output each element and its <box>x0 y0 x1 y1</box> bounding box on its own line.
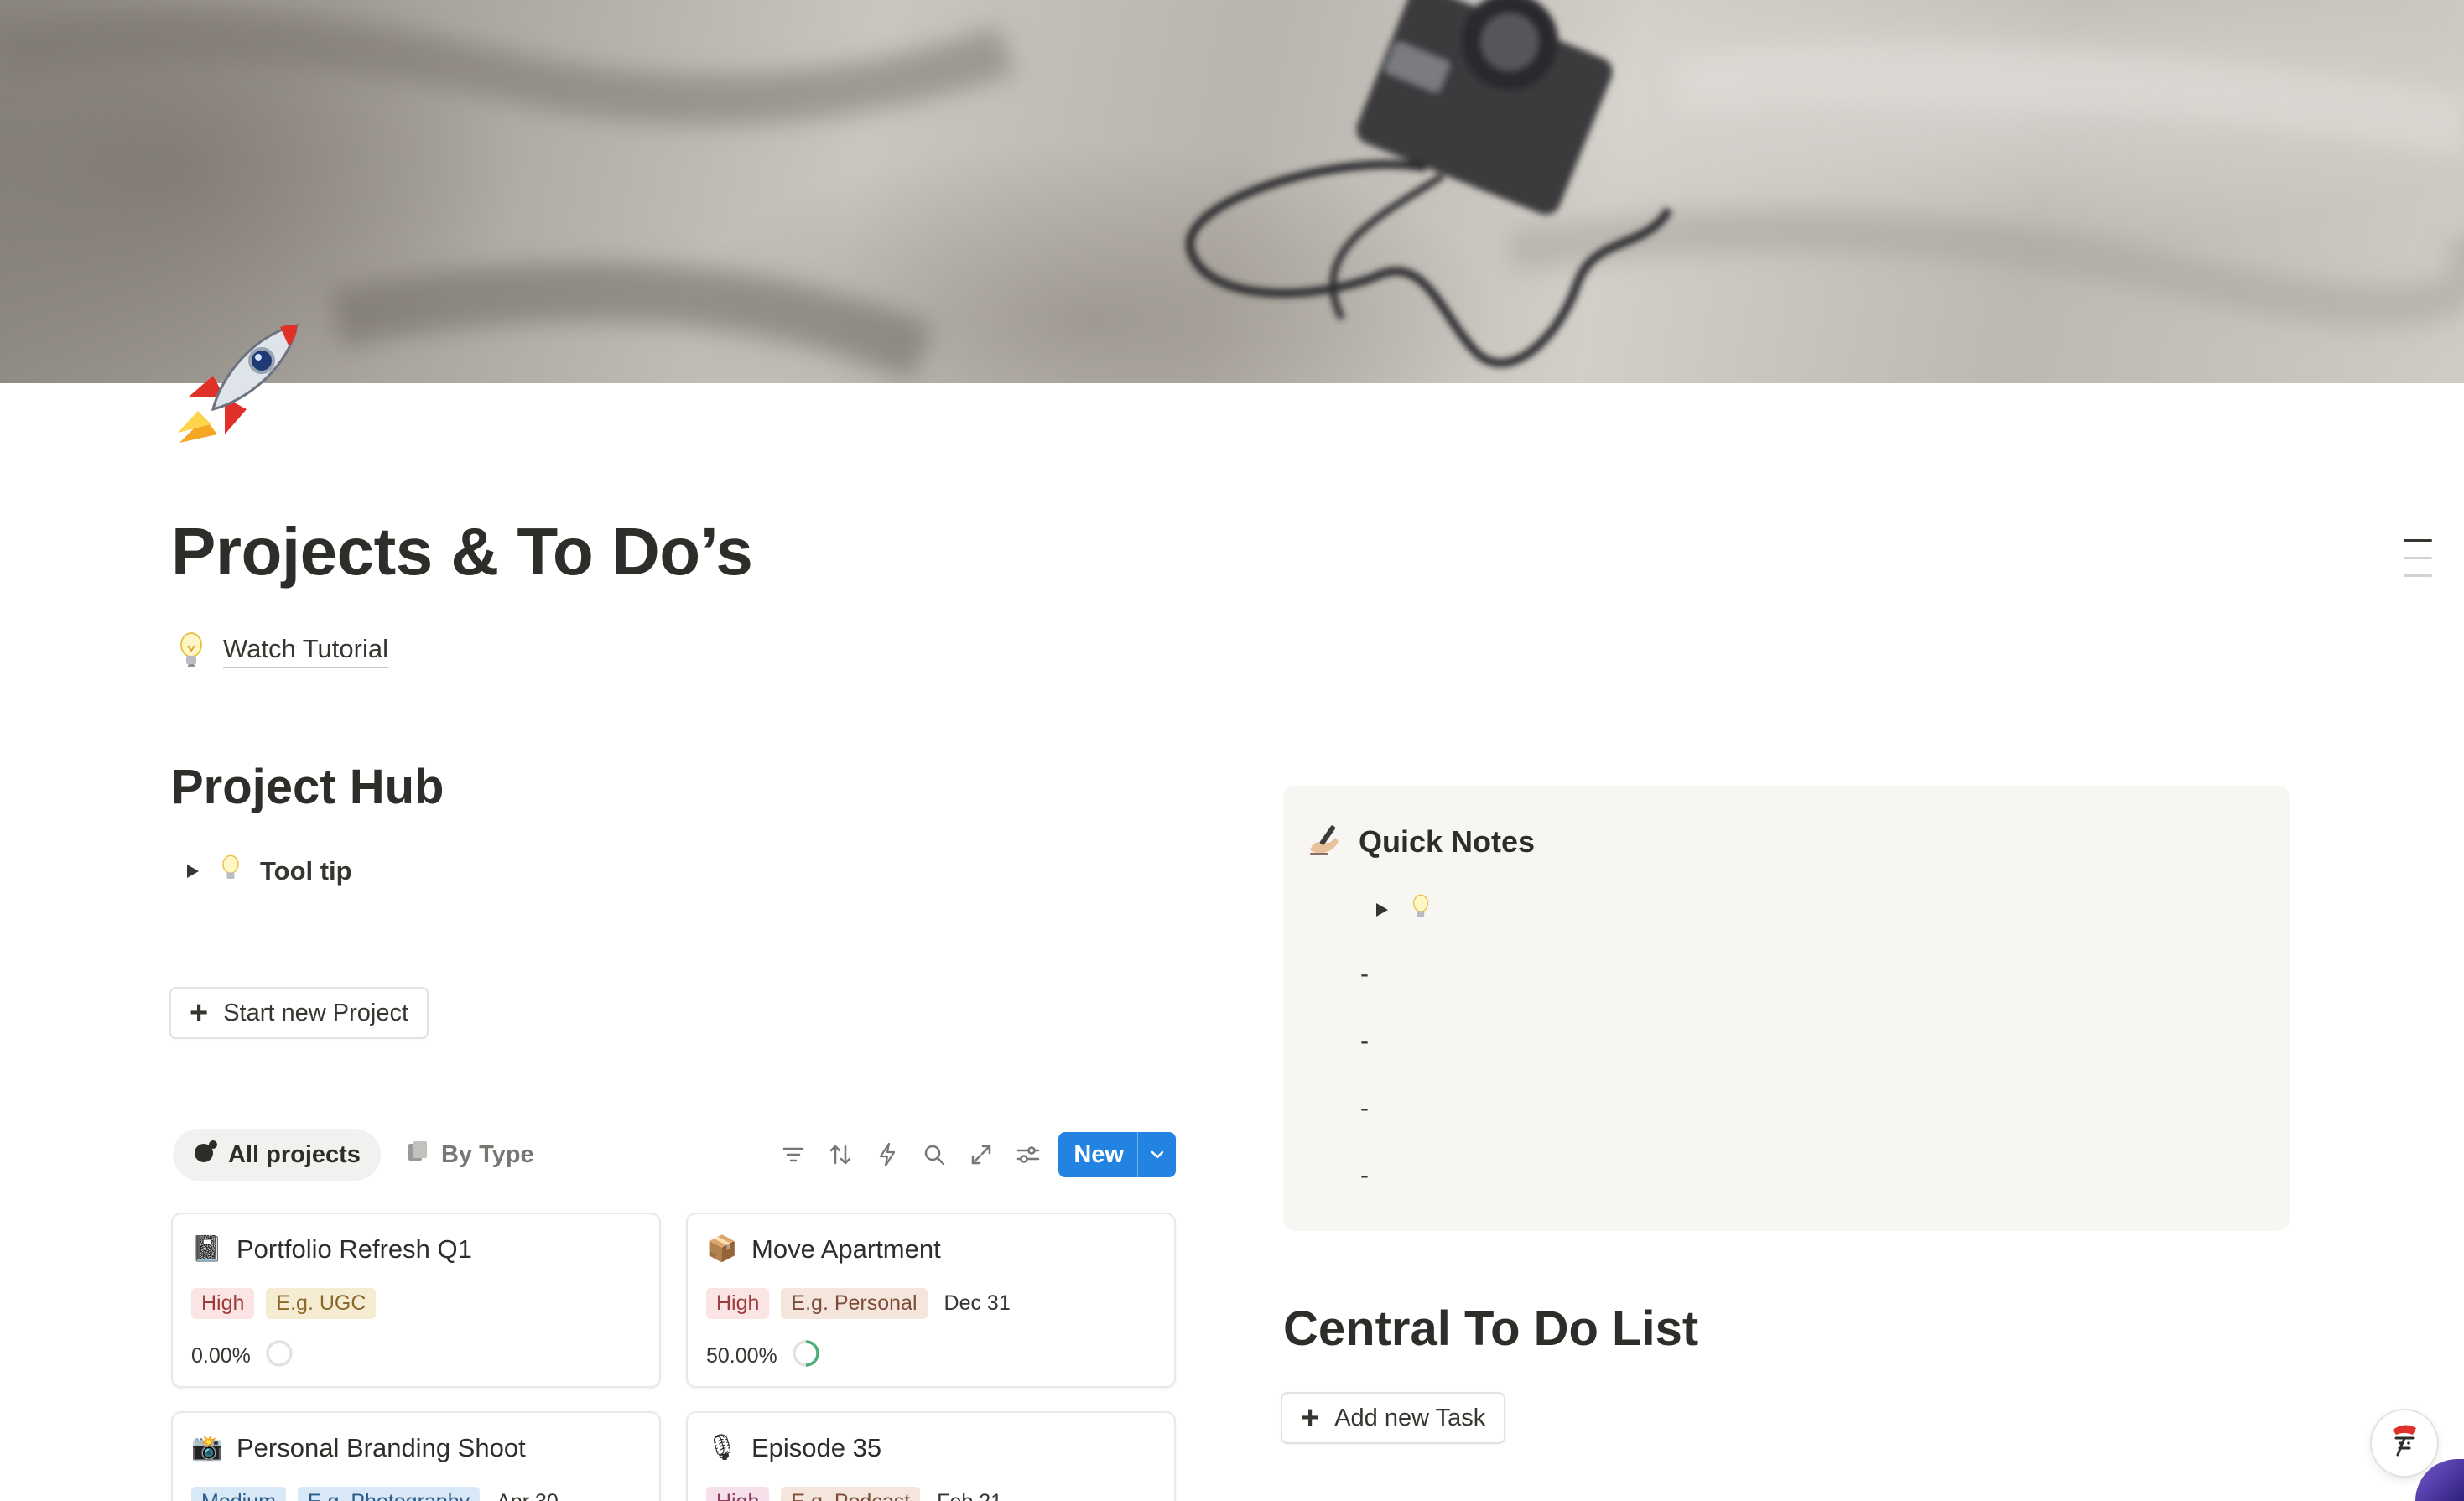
settings-icon[interactable] <box>1015 1141 1042 1168</box>
lightbulb-icon <box>174 631 208 671</box>
plus-icon: + <box>1301 1400 1320 1436</box>
card-tags: High E.g. Personal Dec 31 <box>706 1288 1011 1319</box>
sort-icon[interactable] <box>827 1141 854 1168</box>
microphone-icon: 🎙 <box>706 1434 739 1462</box>
card-title: Personal Branding Shoot <box>237 1433 526 1462</box>
card-title: Portfolio Refresh Q1 <box>237 1234 472 1264</box>
card-tags: High E.g. UGC <box>191 1288 377 1319</box>
type-tag: E.g. Photography <box>297 1487 481 1501</box>
view-tab-by-type[interactable]: By Type <box>386 1129 554 1181</box>
stack-icon <box>406 1139 431 1171</box>
lightbulb-icon <box>1409 893 1432 926</box>
due-date: Feb 21 <box>937 1490 1002 1501</box>
card-title-row: 📓 Portfolio Refresh Q1 <box>191 1234 472 1265</box>
quick-notes-callout: Quick Notes - - - - <box>1283 786 2290 1231</box>
progress-ring <box>264 1338 294 1374</box>
card-tags: High E.g. Podcast Feb 21 <box>706 1487 1002 1501</box>
project-card[interactable]: 📦 Move Apartment High E.g. Personal Dec … <box>686 1213 1176 1388</box>
notebook-icon: 📓 <box>191 1235 223 1263</box>
watch-tutorial-link-row[interactable]: Watch Tutorial <box>174 631 388 671</box>
expand-icon[interactable] <box>968 1141 995 1168</box>
view-tab-label: All projects <box>228 1140 361 1168</box>
start-new-project-button[interactable]: + Start new Project <box>169 987 429 1039</box>
add-new-task-label: Add new Task <box>1334 1404 1486 1431</box>
package-icon: 📦 <box>706 1235 738 1263</box>
chevron-down-icon[interactable] <box>1137 1132 1176 1177</box>
priority-tag: Medium <box>191 1487 286 1501</box>
project-card[interactable]: 🎙 Episode 35 High E.g. Podcast Feb 21 <box>686 1411 1176 1501</box>
filter-icon[interactable] <box>780 1141 807 1168</box>
tool-tip-toggle[interactable]: Tool tip <box>183 854 352 888</box>
watch-tutorial-link[interactable]: Watch Tutorial <box>223 634 388 668</box>
search-icon[interactable] <box>921 1141 948 1168</box>
card-title: Episode 35 <box>751 1433 882 1462</box>
type-tag: E.g. Podcast <box>781 1487 921 1501</box>
project-hub-heading: Project Hub <box>171 760 444 814</box>
database-tool-icons <box>780 1141 1042 1168</box>
rocket-icon[interactable] <box>171 317 305 451</box>
card-tags: Medium E.g. Photography Apr 30 <box>191 1487 559 1501</box>
priority-tag: High <box>706 1487 770 1501</box>
card-title-row: 📦 Move Apartment <box>706 1234 941 1265</box>
note-line[interactable]: - <box>1360 1027 1369 1056</box>
toc-line[interactable] <box>2404 539 2432 542</box>
assistant-button[interactable] <box>2370 1409 2439 1478</box>
project-card[interactable]: 📓 Portfolio Refresh Q1 High E.g. UGC 0.0… <box>171 1213 661 1388</box>
circle-dot-icon <box>193 1139 218 1171</box>
quick-notes-title: Quick Notes <box>1359 823 1536 859</box>
card-progress: 50.00% <box>706 1338 821 1374</box>
start-new-project-label: Start new Project <box>223 999 409 1026</box>
due-date: Dec 31 <box>943 1291 1011 1315</box>
note-line[interactable]: - <box>1360 1094 1369 1123</box>
note-line[interactable]: - <box>1360 960 1369 989</box>
triangle-right-icon[interactable] <box>183 862 201 880</box>
card-title: Move Apartment <box>751 1234 941 1264</box>
camera-flash-icon: 📸 <box>191 1434 223 1462</box>
new-button[interactable]: New <box>1058 1132 1176 1177</box>
toc-line[interactable] <box>2404 557 2432 559</box>
writing-hand-icon <box>1305 821 1342 862</box>
priority-tag: High <box>706 1288 770 1319</box>
progress-ring <box>791 1338 821 1374</box>
project-card[interactable]: 📸 Personal Branding Shoot Medium E.g. Ph… <box>171 1411 661 1501</box>
due-date: Apr 30 <box>496 1490 559 1501</box>
type-tag: E.g. Personal <box>781 1288 928 1319</box>
note-line[interactable]: - <box>1360 1161 1369 1190</box>
card-progress: 0.00% <box>191 1338 294 1374</box>
cover-image <box>0 0 2464 383</box>
new-button-label[interactable]: New <box>1058 1132 1137 1177</box>
quick-notes-header: Quick Notes <box>1305 821 1535 862</box>
priority-tag: High <box>191 1288 255 1319</box>
view-tab-label: By Type <box>440 1140 534 1168</box>
table-of-contents-indicator[interactable] <box>2404 539 2432 592</box>
database-toolbar: All projects By Type New <box>173 1127 1176 1182</box>
add-new-task-button[interactable]: + Add new Task <box>1281 1392 1506 1444</box>
assistant-face-icon <box>2379 1416 2430 1471</box>
card-title-row: 🎙 Episode 35 <box>706 1433 881 1463</box>
view-tab-all-projects[interactable]: All projects <box>173 1129 381 1181</box>
card-title-row: 📸 Personal Branding Shoot <box>191 1433 526 1463</box>
progress-text: 50.00% <box>706 1344 777 1368</box>
type-tag: E.g. UGC <box>266 1288 377 1319</box>
progress-text: 0.00% <box>191 1344 251 1368</box>
automation-icon[interactable] <box>874 1141 901 1168</box>
quick-notes-toggle[interactable] <box>1372 893 1432 926</box>
plus-icon: + <box>190 995 209 1031</box>
central-todo-heading: Central To Do List <box>1283 1301 1699 1356</box>
triangle-right-icon[interactable] <box>1372 901 1391 919</box>
lightbulb-icon <box>218 854 243 888</box>
page-title: Projects & To Do’s <box>171 514 753 589</box>
toc-line[interactable] <box>2404 574 2432 577</box>
tool-tip-label: Tool tip <box>260 855 352 886</box>
